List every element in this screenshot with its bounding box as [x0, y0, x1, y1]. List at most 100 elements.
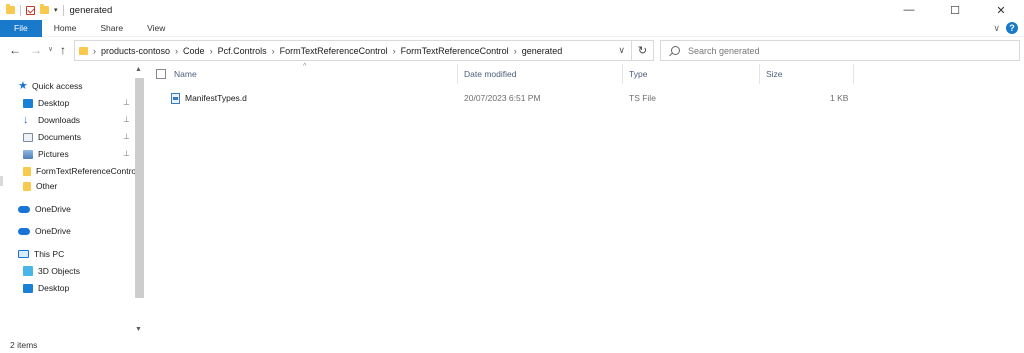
sidebar-item-label: Pictures: [38, 149, 69, 159]
title-bar: ▾ generated — ☐ ✕: [0, 0, 1024, 20]
toolbar-divider: [62, 4, 64, 16]
sidebar-item-label: Quick access: [32, 81, 83, 91]
selection-indicator: [0, 176, 3, 186]
computer-icon: [18, 250, 29, 258]
search-box[interactable]: [660, 40, 1020, 61]
breadcrumb-separator[interactable]: ›: [272, 46, 275, 56]
up-arrow-icon[interactable]: ↑: [60, 43, 66, 57]
sidebar-scrollbar[interactable]: ▲ ▼: [133, 66, 146, 338]
pin-icon[interactable]: ⊥: [123, 149, 130, 158]
tab-home[interactable]: Home: [42, 20, 89, 37]
desktop-icon: [23, 283, 33, 293]
refresh-button[interactable]: ↻: [631, 41, 653, 60]
back-arrow-icon[interactable]: ←: [9, 43, 21, 57]
ribbon-tabs: File Home Share View ∨ ?: [0, 19, 1024, 37]
sidebar-item-documents[interactable]: Documents: [23, 129, 81, 145]
help-icon[interactable]: ?: [1006, 22, 1018, 34]
folder-icon: [79, 46, 88, 55]
sidebar-item-label: Desktop: [38, 98, 70, 108]
pin-icon[interactable]: ⊥: [123, 132, 130, 141]
breadcrumb-separator[interactable]: ›: [175, 46, 178, 56]
folder-icon: [6, 4, 15, 14]
tab-file[interactable]: File: [0, 19, 42, 37]
tab-view[interactable]: View: [135, 20, 177, 37]
sidebar-item-this-pc[interactable]: This PC: [18, 246, 64, 262]
sidebar-item-downloads[interactable]: ↓ Downloads: [23, 112, 80, 128]
breadcrumb-separator[interactable]: ›: [210, 46, 213, 56]
breadcrumb-separator[interactable]: ›: [393, 46, 396, 56]
column-header-size[interactable]: Size: [760, 64, 854, 84]
breadcrumb-separator[interactable]: ›: [514, 46, 517, 56]
sidebar-item-pc-desktop[interactable]: Desktop: [23, 280, 69, 296]
table-row[interactable]: ManifestTypes.d 20/07/2023 6:51 PM TS Fi…: [150, 90, 854, 106]
ribbon-right-controls: ∨ ?: [993, 22, 1018, 34]
breadcrumb-item[interactable]: Pcf.Controls: [218, 46, 267, 56]
window-title: generated: [69, 4, 113, 16]
folder-icon: [23, 181, 31, 191]
3d-objects-icon: [23, 266, 33, 276]
sidebar-item-pictures[interactable]: Pictures: [23, 146, 69, 162]
sidebar-item-label: This PC: [34, 249, 65, 259]
file-type: TS File: [629, 93, 656, 103]
pin-icon[interactable]: ⊥: [123, 115, 130, 124]
onedrive-cloud-icon: [18, 227, 30, 235]
minimize-button[interactable]: —: [886, 0, 932, 20]
downloads-icon: ↓: [23, 113, 29, 126]
breadcrumb-separator[interactable]: ›: [93, 46, 96, 56]
scrollbar-thumb[interactable]: [135, 78, 144, 298]
address-dropdown-icon[interactable]: ∨: [618, 45, 625, 56]
sidebar-item-label: Other: [36, 181, 58, 191]
sidebar-item-formtextreferencecontrol[interactable]: FormTextReferenceControl: [23, 163, 138, 179]
documents-icon: [23, 132, 33, 142]
file-size: 1 KB: [830, 93, 849, 103]
sidebar-item-label: Desktop: [38, 283, 70, 293]
breadcrumb-item[interactable]: Code: [183, 46, 205, 56]
sidebar-item-onedrive-2[interactable]: OneDrive: [18, 223, 71, 239]
breadcrumb-item[interactable]: FormTextReferenceControl: [401, 46, 509, 56]
close-button[interactable]: ✕: [978, 0, 1024, 20]
sidebar-item-quick-access[interactable]: ★ Quick access: [18, 78, 83, 94]
column-header-date-modified[interactable]: Date modified: [458, 64, 623, 84]
select-all-checkbox[interactable]: [156, 69, 166, 79]
column-header-type[interactable]: Type: [623, 64, 760, 84]
navigation-bar: ← → ∨ ↑ › products-contoso › Code › Pcf.…: [0, 40, 1024, 62]
sidebar-item-label: Downloads: [38, 115, 81, 125]
sidebar-item-other[interactable]: Other: [23, 178, 57, 194]
desktop-icon: [23, 98, 33, 108]
status-item-count: 2 items: [10, 340, 38, 350]
forward-arrow-icon[interactable]: →: [30, 43, 42, 57]
customize-toolbar-icon[interactable]: ▾: [54, 6, 58, 14]
search-input[interactable]: [688, 45, 988, 56]
breadcrumb-item[interactable]: products-contoso: [101, 46, 170, 56]
file-name-cell[interactable]: ManifestTypes.d: [171, 90, 247, 106]
window-controls: — ☐ ✕: [886, 0, 1024, 20]
sidebar-item-desktop[interactable]: Desktop: [23, 95, 69, 111]
breadcrumb-item[interactable]: FormTextReferenceControl: [280, 46, 388, 56]
sidebar-item-3d-objects[interactable]: 3D Objects: [23, 263, 80, 279]
sidebar-item-label: OneDrive: [35, 226, 71, 236]
properties-icon[interactable]: [26, 5, 35, 15]
maximize-button[interactable]: ☐: [932, 0, 978, 20]
navigation-pane: ★ Quick access Desktop ⊥ ↓ Downloads ⊥ D…: [0, 66, 146, 338]
column-header-name[interactable]: Name: [168, 64, 458, 84]
scroll-down-icon[interactable]: ▼: [135, 326, 142, 333]
pin-icon[interactable]: ⊥: [123, 98, 130, 107]
sidebar-item-label: 3D Objects: [38, 266, 81, 276]
sidebar-item-label: FormTextReferenceControl: [36, 166, 139, 176]
recent-locations-icon[interactable]: ∨: [48, 45, 53, 53]
file-name: ManifestTypes.d: [185, 93, 247, 103]
folder-icon: [23, 166, 31, 176]
sidebar-item-label: OneDrive: [35, 204, 71, 214]
scroll-up-icon[interactable]: ▲: [135, 66, 142, 73]
typescript-file-icon: [171, 92, 180, 104]
breadcrumb-item[interactable]: generated: [522, 46, 563, 56]
address-bar[interactable]: › products-contoso › Code › Pcf.Controls…: [74, 40, 654, 61]
file-list: ^ Name Date modified Type Size ManifestT…: [150, 63, 1024, 338]
pictures-icon: [23, 149, 33, 159]
tab-share[interactable]: Share: [88, 20, 135, 37]
onedrive-cloud-icon: [18, 205, 30, 213]
expand-ribbon-icon[interactable]: ∨: [993, 23, 1000, 34]
sidebar-item-onedrive[interactable]: OneDrive: [18, 201, 71, 217]
file-date: 20/07/2023 6:51 PM: [464, 93, 541, 103]
new-folder-icon[interactable]: [40, 4, 49, 14]
